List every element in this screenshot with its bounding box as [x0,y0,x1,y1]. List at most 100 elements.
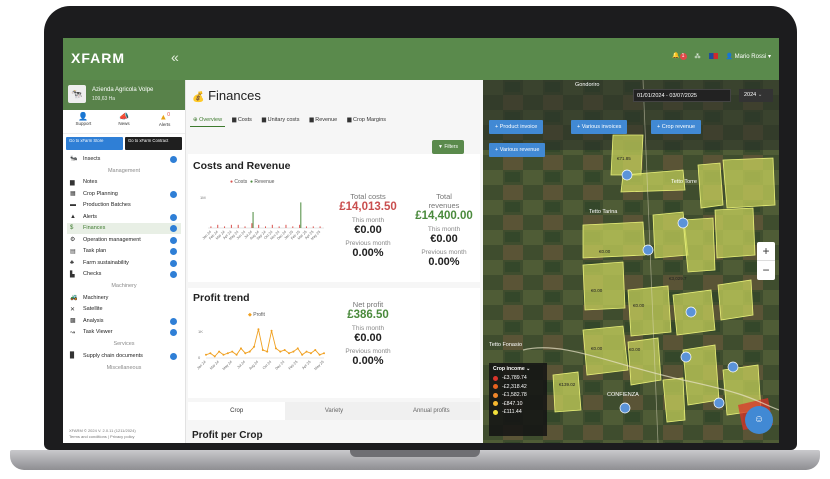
filters-button[interactable]: ▼ Filters [432,140,464,154]
xfarm-contract-button[interactable]: Go to xFarm Contract [125,137,182,150]
assistant-chat-button[interactable]: ☺ [745,406,773,434]
tab-crop[interactable]: Crop [188,402,286,420]
profit-trend-title: Profit trend [193,292,250,304]
x-tick: May 25 [314,360,325,371]
news-button[interactable]: 📣 News [104,110,145,133]
profit-point [253,345,256,348]
collapse-sidebar-icon[interactable]: « [171,49,179,65]
tab-crop-margins[interactable]: ▆ Crop Margins [344,114,389,127]
add-crop-revenue-button[interactable]: + Crop revenue [651,120,702,134]
finance-tabs: ⊕ Overview ▆ Costs ▆ Unitary costs ▆ Rev… [190,114,389,127]
store-links: Go to xFarm Store Go to xFarm Contract [63,134,185,153]
profit-point [213,355,216,358]
satellite-icon: ✕ [70,306,76,313]
profit-point [314,349,317,351]
language-flag-icon[interactable] [708,53,718,59]
sidebar-item-production-batches[interactable]: ▬ Production Batches [67,200,181,212]
sidebar-item-label: Farm sustainability [83,259,129,266]
costs-revenue-legend: ● Costs ● Revenue [230,179,274,185]
sidebar-item-task-viewer[interactable]: ↝ Task Viewer [67,327,181,339]
costs-legend-dot: ● [230,179,234,185]
farm-card[interactable]: 🐄 Azienda Agricola Volpe 109,63 Ha [63,80,185,110]
legend-label: -£3,789.74 [502,375,527,381]
costs-prev-month-label: Previous month [345,240,391,247]
tab-revenue[interactable]: ▆ Revenue [306,114,340,127]
profit-point [235,353,238,356]
bar-costs [217,224,219,228]
tab-costs[interactable]: ▆ Costs [229,114,255,127]
sidebar-item-alerts[interactable]: ▲ Alerts [67,211,181,223]
sidebar-menu: 🐜 Insects Management ▆ Notes ▦ Crop Plannin… [63,153,185,374]
net-profit-label: Net profit [352,300,384,309]
bar-costs [251,223,253,228]
field-label: €139.02 [559,382,576,387]
legend-item: -£3,789.74 [493,375,543,381]
x-tick: Jan 24 [196,360,206,370]
field-label: €0.00 [633,303,645,308]
sidebar-item-analysis[interactable]: ▩ Analysis [67,315,181,327]
footer-links[interactable]: Terms and conditions | Privacy policy [69,434,136,440]
zoom-controls: + − [757,242,775,280]
tab-overview[interactable]: ⊕ Overview [190,114,226,127]
sidebar-item-farm-sustainability[interactable]: ♣ Farm sustainability [67,257,181,269]
warning-icon: ▲ [70,213,76,220]
calendar-icon: ▦ [70,191,76,198]
bar-costs [285,224,287,228]
alerts-button[interactable]: ▲0 Alerts [144,110,185,133]
tab-annual-profits[interactable]: Annual profits [383,402,480,420]
sidebar-item-supply-chain-documents[interactable]: ▉ Supply chain documents [67,350,181,362]
farm-map[interactable]: Gondoriro Tetto Torre Tetto Tarina Tetto… [483,80,779,443]
place-label: Gondoriro [575,82,599,88]
sidebar-item-operation-management[interactable]: ⚙ Operation management [67,234,181,246]
legend-item: -£2,318.42 [493,384,543,390]
info-badge-icon [170,329,177,336]
profit-point [288,352,291,355]
farm-avatar: 🐄 [68,85,86,103]
legend-swatch [493,401,498,406]
xfarm-store-button[interactable]: Go to xFarm Store [66,137,123,150]
sidebar-item-checks[interactable]: ▙ Checks [67,269,181,281]
sidebar-item-label: Satellite [83,306,103,313]
user-menu[interactable]: 👤 Mario Rossi ▾ [726,53,772,60]
bar-costs [237,224,239,228]
sidebar-item-task-plan[interactable]: ▤ Task plan [67,246,181,258]
sidebar-item-crop-planning[interactable]: ▦ Crop Planning [67,188,181,200]
field-label: €0.00 [591,346,603,351]
sidebar-item-machinery[interactable]: 🚜 Machinery [67,292,181,304]
costs-revenue-card: Costs and Revenue ● Costs ● Revenue 1M J… [188,154,480,282]
add-various-revenue-button[interactable]: + Various revenue [489,143,546,157]
sidebar-item-insects[interactable]: 🐜 Insects [67,153,181,165]
y-tick: 1M [200,195,206,200]
sidebar-item-label: Crop Planning [83,190,118,197]
zoom-in-button[interactable]: + [757,242,775,260]
add-various-invoices-button[interactable]: + Various invoices [571,120,628,134]
tab-variety[interactable]: Variety [285,402,382,420]
bar-costs [265,226,266,228]
sidebar-item-finances[interactable]: $ Finances [67,222,181,234]
megaphone-icon: 📣 [119,112,129,121]
bar-costs [305,226,307,228]
support-icon: 👤 [78,112,89,121]
revenues-this-month-label: This month [427,226,461,233]
farm-switch-icon[interactable]: ⁂ [695,53,701,60]
profit-point [318,353,321,356]
field-label: €0.00 [599,249,611,254]
profit-point [248,350,251,353]
zoom-out-button[interactable]: − [757,260,775,279]
legend-title[interactable]: Crop income ⌄ [493,366,543,372]
year-select[interactable]: 2024 ⌄ [739,89,773,102]
add-product-invoice-button[interactable]: + Product invoice [489,120,544,134]
main-panel: 💰 Finances ⊕ Overview ▆ Costs ▆ Unitary … [186,80,483,443]
place-label: Tetto Fonasio [489,342,522,348]
profit-point [270,329,273,332]
legend-swatch [493,375,498,381]
task-icon: ▤ [70,248,76,255]
notifications-icon[interactable]: 🔔 1 [672,52,687,60]
sidebar-item-notes[interactable]: ▆ Notes [67,177,181,189]
support-button[interactable]: 👤 Support [63,110,104,133]
tab-unitary-costs[interactable]: ▆ Unitary costs [259,114,303,127]
sidebar-item-satellite[interactable]: ✕ Satellite [67,304,181,316]
tab-label: Crop Margins [353,117,387,123]
app-logo[interactable]: XFARM [71,50,125,66]
date-range-picker[interactable]: 01/01/2024 - 03/07/2025 [633,89,731,102]
